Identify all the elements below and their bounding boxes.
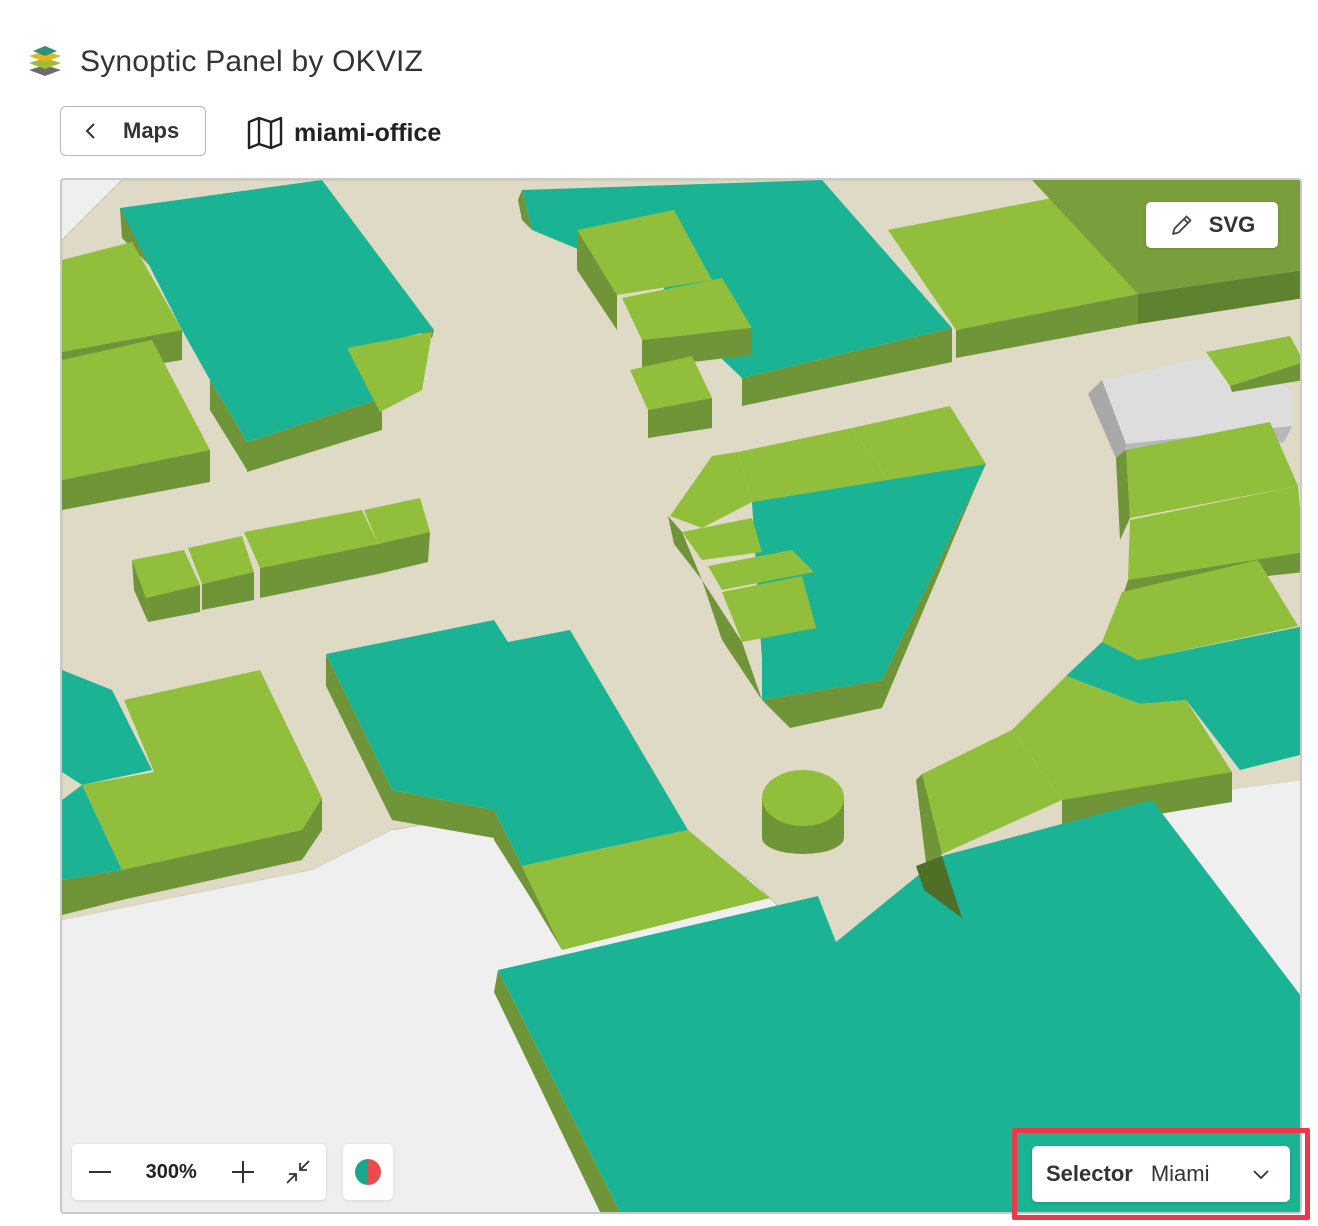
map-canvas[interactable]: SVG 300% [60, 178, 1302, 1214]
chevron-left-icon [85, 123, 95, 139]
zoom-in-button[interactable] [215, 1144, 271, 1200]
minus-icon [88, 1171, 111, 1173]
chevron-down-icon [1253, 1170, 1269, 1180]
app-header: Synoptic Panel by OKVIZ [26, 38, 423, 86]
map-title: miami-office [246, 112, 441, 154]
color-state-toggle[interactable] [343, 1144, 393, 1200]
selector-value: Miami [1150, 1161, 1210, 1186]
color-state-icon [355, 1159, 381, 1185]
zoom-level: 300% [145, 1160, 197, 1183]
floor-plan-scene [62, 180, 1300, 1212]
room-green-right [1102, 422, 1300, 660]
back-button-label: Maps [123, 118, 180, 143]
collapse-arrows-icon [286, 1160, 310, 1184]
round-pillar [762, 770, 844, 854]
map-name-label: miami-office [294, 118, 442, 147]
fit-view-button[interactable] [270, 1144, 326, 1200]
plus-icon [231, 1161, 254, 1183]
zoom-out-button[interactable] [72, 1144, 128, 1200]
map-icon [247, 116, 283, 150]
app-title: Synoptic Panel by OKVIZ [80, 45, 424, 78]
selector-label: Selector [1046, 1161, 1133, 1186]
zoom-controls: 300% [72, 1144, 326, 1200]
edit-svg-button[interactable]: SVG [1146, 202, 1278, 248]
edit-svg-label: SVG [1208, 212, 1256, 237]
back-to-maps-button[interactable]: Maps [60, 106, 206, 156]
layers-logo-icon [29, 46, 61, 76]
pencil-icon [1171, 215, 1192, 235]
selector-dropdown[interactable]: Selector Miami [1032, 1146, 1290, 1202]
